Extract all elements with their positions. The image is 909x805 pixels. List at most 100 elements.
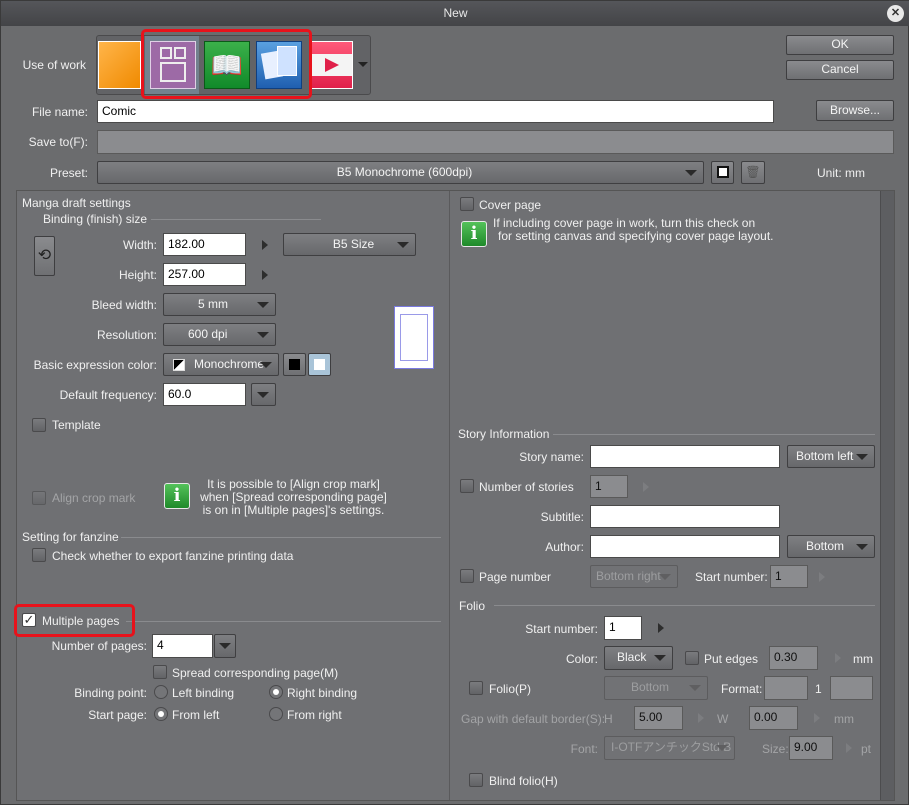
number-of-stories-checkbox[interactable] bbox=[460, 479, 474, 493]
right-binding-label: Right binding bbox=[287, 686, 358, 700]
gap-unit: mm bbox=[834, 712, 854, 726]
story-name-input[interactable] bbox=[590, 445, 780, 468]
fanzine-checkbox[interactable] bbox=[32, 548, 46, 562]
scrollbar[interactable] bbox=[880, 191, 894, 800]
gap-h-arrow-icon[interactable] bbox=[698, 713, 704, 723]
folio-start-arrow-icon[interactable] bbox=[658, 623, 664, 633]
file-name-label: File name: bbox=[31, 105, 88, 119]
align-crop-checkbox[interactable] bbox=[32, 491, 46, 505]
page-number-label: Page number bbox=[479, 570, 552, 584]
close-button[interactable]: ✕ bbox=[887, 5, 904, 22]
trash-icon: 🗑 bbox=[745, 165, 761, 179]
gap-w-label: W bbox=[717, 712, 729, 726]
folio-start-input[interactable]: 1 bbox=[604, 616, 642, 640]
black-color-button[interactable] bbox=[283, 353, 306, 376]
edges-arrow-icon[interactable] bbox=[835, 653, 841, 663]
info-line: is on in [Multiple pages]'s settings. bbox=[202, 503, 385, 517]
blind-folio-checkbox[interactable] bbox=[469, 773, 483, 787]
gap-h-label: H bbox=[604, 712, 613, 726]
illustration-icon[interactable] bbox=[98, 41, 141, 89]
author-position-dropdown[interactable]: Bottom bbox=[787, 535, 875, 558]
edges-width-input[interactable]: 0.30 bbox=[769, 646, 818, 670]
save-to-field[interactable] bbox=[97, 130, 894, 154]
right-binding-radio[interactable] bbox=[269, 685, 283, 699]
delete-preset-button[interactable]: 🗑 bbox=[741, 161, 765, 184]
dialog-title: New bbox=[443, 6, 468, 20]
page-start-input[interactable]: 1 bbox=[770, 565, 808, 588]
manga-section-title: Manga draft settings bbox=[22, 196, 131, 210]
author-position-value: Bottom bbox=[806, 539, 845, 553]
format-number: 1 bbox=[815, 682, 822, 696]
resolution-dropdown[interactable]: 600 dpi bbox=[163, 323, 276, 346]
white-color-button[interactable] bbox=[308, 353, 331, 376]
stories-arrow-icon[interactable] bbox=[643, 482, 649, 492]
highlight-use-of-work bbox=[141, 29, 312, 99]
color-dropdown[interactable]: Monochrome bbox=[163, 353, 279, 376]
browse-button[interactable]: Browse... bbox=[816, 100, 894, 121]
page-number-checkbox[interactable] bbox=[460, 569, 474, 583]
height-arrow-icon[interactable] bbox=[262, 270, 268, 280]
format-prefix-input[interactable] bbox=[764, 676, 808, 700]
preset-dropdown[interactable]: B5 Monochrome (600dpi) bbox=[97, 161, 704, 184]
width-arrow-icon[interactable] bbox=[262, 240, 268, 250]
subtitle-input[interactable] bbox=[590, 505, 780, 528]
frequency-label: Default frequency: bbox=[59, 388, 157, 402]
animation-icon[interactable] bbox=[310, 41, 353, 89]
cover-page-checkbox[interactable] bbox=[460, 197, 474, 211]
frequency-dropdown[interactable] bbox=[251, 383, 276, 406]
size-arrow-icon[interactable] bbox=[846, 743, 852, 753]
binding-size-title: Binding (finish) size bbox=[43, 212, 148, 226]
num-pages-input[interactable]: 4 bbox=[152, 634, 213, 658]
width-input[interactable]: 182.00 bbox=[163, 233, 246, 256]
gap-h-input[interactable]: 5.00 bbox=[634, 706, 683, 730]
template-checkbox[interactable] bbox=[32, 418, 46, 432]
from-right-radio[interactable] bbox=[269, 707, 283, 721]
gap-w-input[interactable]: 0.00 bbox=[749, 706, 798, 730]
preset-label: Preset: bbox=[49, 166, 88, 180]
page-number-position-dropdown[interactable]: Bottom right bbox=[590, 565, 678, 588]
font-dropdown[interactable]: I-OTFアンチックStd B bbox=[604, 736, 735, 760]
from-left-radio[interactable] bbox=[154, 707, 168, 721]
left-binding-radio[interactable] bbox=[154, 685, 168, 699]
file-name-input[interactable]: Comic bbox=[97, 100, 774, 123]
folio-section-title: Folio bbox=[459, 599, 486, 613]
story-name-position-dropdown[interactable]: Bottom left bbox=[787, 445, 875, 468]
bleed-dropdown[interactable]: 5 mm bbox=[163, 293, 276, 316]
fanzine-label: Check whether to export fanzine printing… bbox=[52, 549, 294, 563]
folio-color-dropdown[interactable]: Black bbox=[604, 646, 673, 670]
put-edges-label: Put edges bbox=[704, 652, 759, 666]
size-input[interactable]: 9.00 bbox=[789, 736, 833, 760]
gap-w-arrow-icon[interactable] bbox=[814, 713, 820, 723]
save-to-label: Save to(F): bbox=[28, 135, 88, 149]
height-input[interactable]: 257.00 bbox=[163, 263, 246, 286]
story-name-label: Story name: bbox=[519, 450, 584, 464]
highlight-multiple-pages bbox=[14, 604, 135, 637]
num-pages-dropdown[interactable] bbox=[214, 634, 236, 658]
use-of-work-label: Use of work bbox=[22, 58, 86, 72]
bleed-value: 5 mm bbox=[198, 297, 228, 311]
spread-checkbox[interactable] bbox=[153, 665, 167, 679]
author-input[interactable] bbox=[590, 535, 780, 558]
size-unit: pt bbox=[861, 742, 872, 756]
size-preset-dropdown[interactable]: B5 Size bbox=[283, 233, 416, 256]
left-binding-label: Left binding bbox=[172, 686, 235, 700]
template-label: Template bbox=[52, 418, 101, 432]
frequency-input[interactable]: 60.0 bbox=[163, 383, 246, 406]
cancel-button[interactable]: Cancel bbox=[786, 60, 894, 80]
ok-button[interactable]: OK bbox=[786, 35, 894, 55]
info-line: for setting canvas and specifying cover … bbox=[498, 229, 774, 243]
height-label: Height: bbox=[118, 268, 157, 282]
start-page-label: Start page: bbox=[88, 708, 147, 722]
format-suffix-input[interactable] bbox=[830, 676, 873, 700]
rotate-size-button[interactable]: ⟲ bbox=[34, 236, 55, 276]
number-of-stories-input[interactable]: 1 bbox=[590, 475, 628, 498]
story-section-title: Story Information bbox=[458, 427, 550, 441]
register-preset-button[interactable] bbox=[711, 161, 734, 184]
monochrome-icon bbox=[173, 359, 185, 371]
folio-position-dropdown[interactable]: Bottom bbox=[604, 676, 708, 700]
folio-checkbox[interactable] bbox=[469, 681, 483, 695]
use-of-work-more-icon[interactable] bbox=[358, 62, 368, 67]
page-start-arrow-icon[interactable] bbox=[819, 572, 825, 582]
divider bbox=[553, 434, 875, 435]
put-edges-checkbox[interactable] bbox=[685, 651, 699, 665]
